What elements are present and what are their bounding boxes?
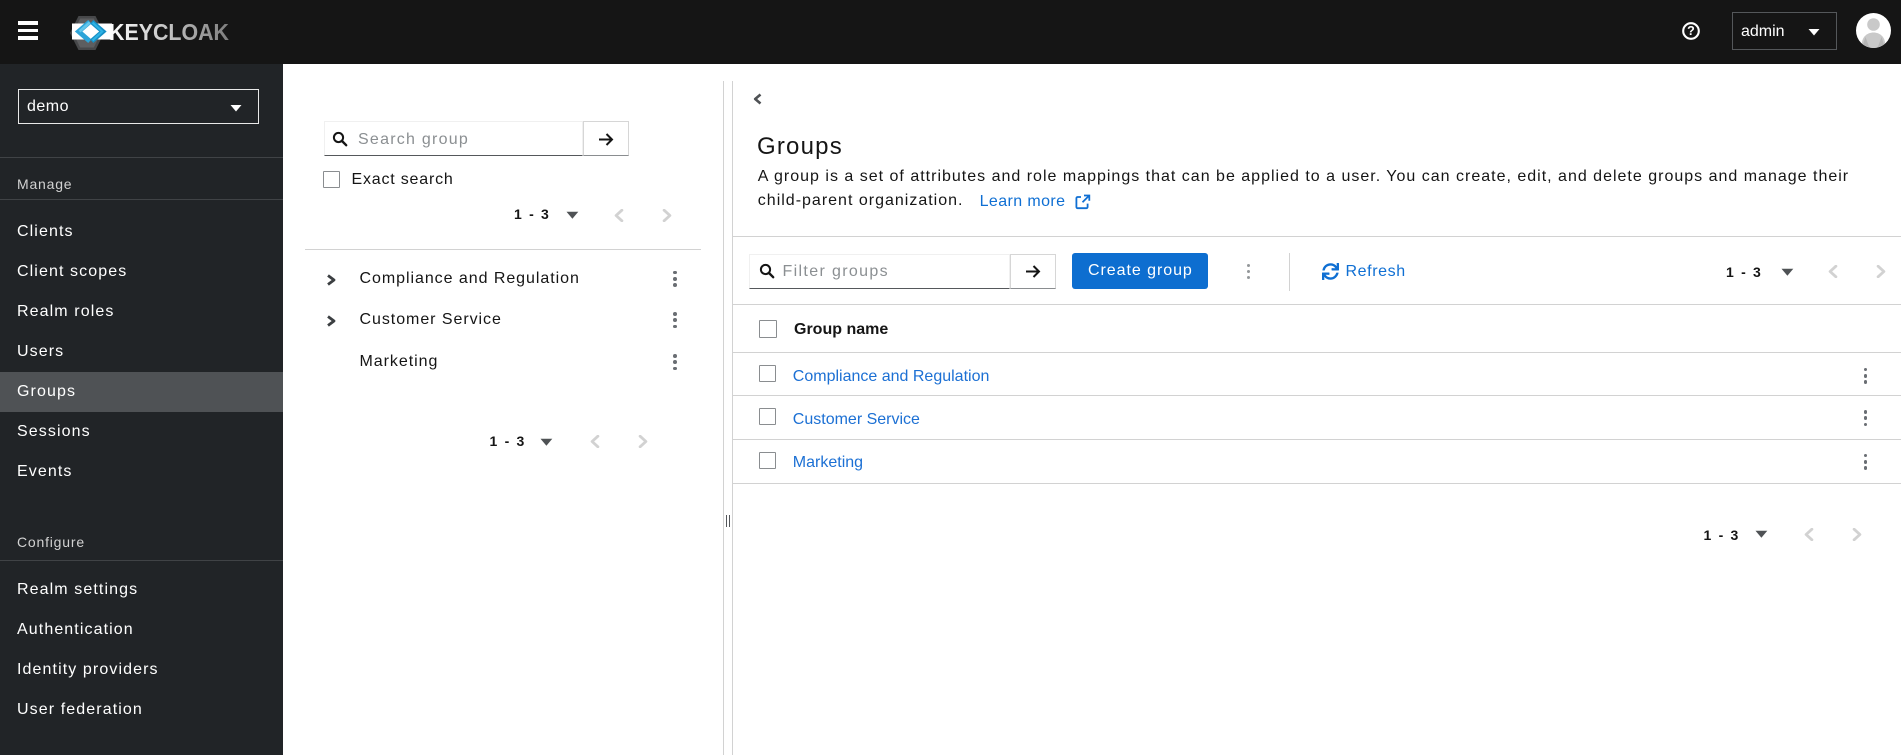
svg-text:?: ? [1687, 24, 1695, 38]
svg-text:KEYCLOAK: KEYCLOAK [109, 19, 229, 45]
